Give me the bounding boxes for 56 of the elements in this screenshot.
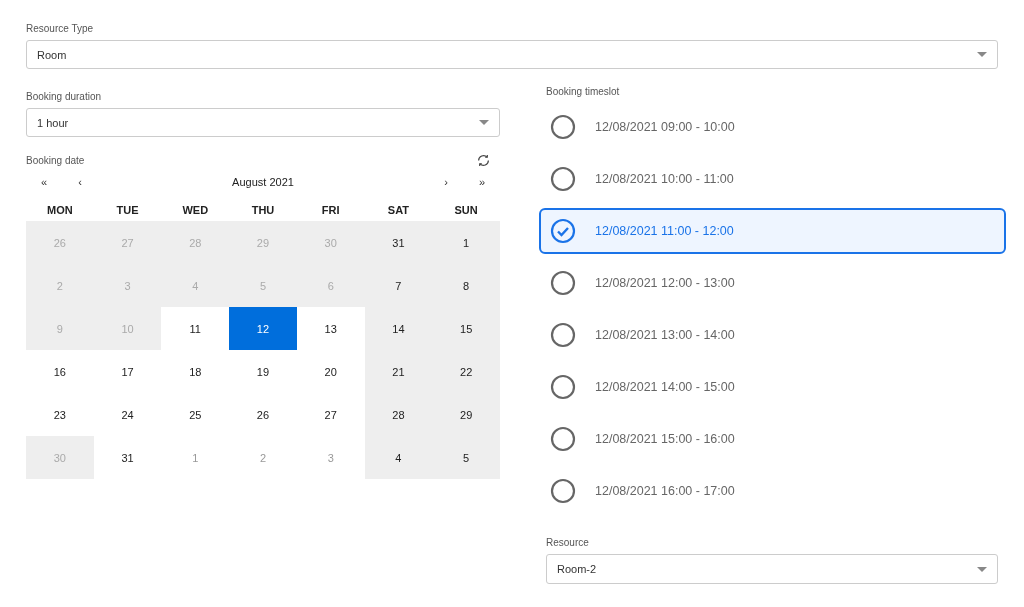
calendar-day[interactable]: 12	[229, 307, 297, 350]
weekday-header: WED	[181, 203, 210, 218]
dropdown-caret-icon	[479, 120, 489, 125]
timeslot-option[interactable]: 12/08/2021 16:00 - 17:00	[546, 468, 998, 514]
duration-select[interactable]: 1 hour	[26, 108, 500, 137]
calendar-day[interactable]: 14	[364, 307, 433, 350]
dropdown-caret-icon	[977, 566, 987, 572]
calendar-day[interactable]: 29	[432, 393, 500, 436]
weekday-header: SUN	[453, 203, 479, 218]
resource-select[interactable]: Room-2	[546, 554, 998, 584]
radio-icon	[550, 270, 576, 296]
select-value: Room	[37, 48, 67, 61]
calendar-day[interactable]: 22	[432, 350, 500, 393]
next-month-button[interactable]: ›	[428, 176, 464, 188]
timeslot-option[interactable]: 12/08/2021 15:00 - 16:00	[546, 416, 998, 462]
field-label: Resource Type	[26, 23, 94, 34]
radio-icon	[550, 374, 576, 400]
dropdown-caret-icon	[977, 52, 987, 57]
calendar-day[interactable]: 4	[364, 436, 433, 479]
timeslot-option[interactable]: 12/08/2021 12:00 - 13:00	[546, 260, 998, 306]
weekday-header: SAT	[386, 203, 410, 218]
calendar-day[interactable]: 31	[364, 221, 433, 264]
resource-type-select[interactable]: Room	[26, 40, 998, 69]
radio-icon	[550, 322, 576, 348]
previous-year-button[interactable]: «	[26, 176, 62, 188]
field-label: Booking timeslot	[546, 86, 621, 97]
field-label: Booking duration	[26, 91, 102, 102]
checked-radio-icon	[550, 218, 576, 244]
refresh-icon[interactable]	[477, 154, 490, 167]
weekday-header: TUE	[115, 203, 140, 218]
calendar-day[interactable]: 7	[364, 264, 433, 307]
select-value: 1 hour	[37, 116, 69, 129]
weekday-header: MON	[46, 203, 74, 218]
calendar-day[interactable]: 28	[364, 393, 433, 436]
month-title: August 2021	[231, 176, 295, 188]
select-value: Room-2	[557, 563, 597, 575]
calendar-day[interactable]: 8	[432, 264, 500, 307]
radio-icon	[550, 478, 576, 504]
field-label: Booking date	[26, 155, 85, 166]
previous-month-button[interactable]: ‹	[62, 176, 98, 188]
timeslot-option[interactable]: 12/08/2021 10:00 - 11:00	[546, 156, 998, 202]
radio-icon	[550, 166, 576, 192]
timeslot-option[interactable]: 12/08/2021 14:00 - 15:00	[546, 364, 998, 410]
field-label: Resource	[546, 537, 590, 548]
timeslot-option[interactable]: 12/08/2021 11:00 - 12:00	[539, 208, 1006, 254]
timeslot-option[interactable]: 12/08/2021 09:00 - 10:00	[546, 104, 998, 150]
calendar-day[interactable]: 21	[364, 350, 433, 393]
weekday-header: THU	[250, 203, 276, 218]
weekday-header: FRI	[320, 203, 341, 218]
radio-icon	[550, 114, 576, 140]
calendar-day[interactable]: 5	[432, 436, 500, 479]
calendar-day[interactable]: 1	[432, 221, 500, 264]
timeslot-option[interactable]: 12/08/2021 13:00 - 14:00	[546, 312, 998, 358]
next-year-button[interactable]: »	[464, 176, 500, 188]
radio-icon	[550, 426, 576, 452]
calendar-day[interactable]: 15	[432, 307, 500, 350]
